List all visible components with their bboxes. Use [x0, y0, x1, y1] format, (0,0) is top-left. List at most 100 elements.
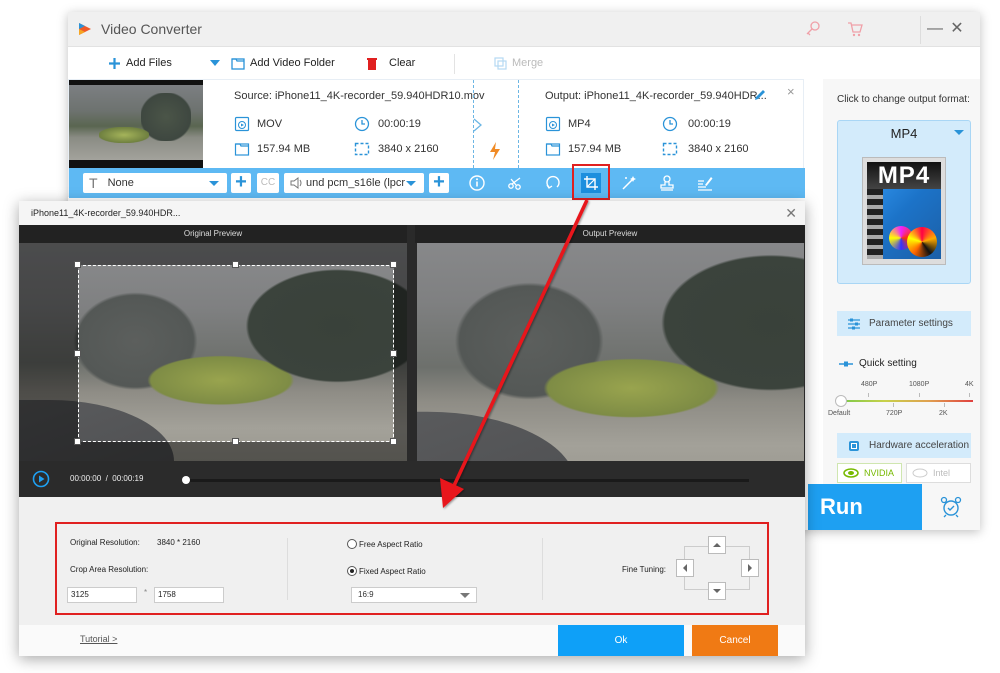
file-item[interactable]: Source: iPhone11_4K-recorder_59.940HDR10…	[68, 79, 805, 198]
video-thumbnail[interactable]	[69, 80, 203, 168]
nudge-up-button[interactable]	[708, 536, 726, 554]
video-frame	[417, 243, 804, 461]
crop-rectangle[interactable]	[78, 265, 394, 442]
nvidia-label: NVIDIA	[864, 468, 895, 478]
original-resolution-label: Original Resolution:	[70, 538, 140, 547]
merge-button[interactable]: Merge	[494, 54, 543, 72]
add-audio-button[interactable]: +	[429, 172, 449, 193]
divider	[454, 54, 455, 74]
arrow-up-icon	[713, 543, 721, 547]
subtitle-select[interactable]: T None	[83, 173, 227, 193]
divider	[287, 538, 288, 600]
crop-dialog: iPhone11_4K-recorder_59.940HDR... ✕ Orig…	[19, 201, 805, 656]
add-files-dropdown-icon[interactable]	[210, 60, 220, 66]
info-icon[interactable]	[467, 173, 487, 193]
clock-icon	[662, 116, 678, 132]
key-icon[interactable]	[804, 20, 822, 38]
source-size: 157.94 MB	[257, 143, 311, 155]
minimize-button[interactable]: —	[926, 20, 944, 38]
playback-bar: 00:00:00 / 00:00:19	[19, 461, 805, 497]
parameter-settings-label: Parameter settings	[869, 318, 953, 329]
crop-handle-top[interactable]	[232, 261, 239, 268]
cart-icon[interactable]	[846, 20, 864, 38]
dialog-footer: Tutorial > Ok Cancel	[19, 625, 805, 656]
arrow-down-icon	[713, 589, 721, 593]
edit-name-icon[interactable]	[753, 88, 767, 102]
thumbnail-image	[69, 85, 203, 160]
output-preview-label: Output Preview	[415, 225, 805, 243]
hardware-acceleration-button[interactable]: Hardware acceleration	[837, 433, 971, 458]
quality-slider-handle[interactable]	[835, 395, 847, 407]
time-display: 00:00:00 / 00:00:19	[70, 474, 143, 483]
tutorial-link[interactable]: Tutorial >	[80, 634, 117, 644]
crop-separator: *	[144, 588, 148, 597]
quality-slider-track[interactable]	[841, 400, 973, 402]
clock-icon	[354, 116, 370, 132]
output-duration: 00:00:19	[688, 118, 731, 130]
audio-track-select[interactable]: und pcm_s16le (lpcr	[284, 173, 424, 193]
chip-icon	[849, 440, 859, 451]
effects-icon[interactable]	[619, 173, 639, 193]
run-button[interactable]: Run	[808, 484, 922, 530]
thumbnail-shrub	[99, 127, 149, 143]
resolution-icon	[354, 142, 370, 156]
subtitle-select-value: None	[107, 177, 134, 189]
title-bar: Video Converter — ✕	[68, 12, 980, 47]
nudge-left-button[interactable]	[676, 559, 694, 577]
tick-mark	[868, 393, 869, 397]
convert-arrow-icon	[473, 118, 482, 132]
crop-handle-bottom-left[interactable]	[74, 438, 81, 445]
crop-handle-left[interactable]	[74, 350, 81, 357]
edit-subtitle-icon[interactable]	[695, 173, 715, 193]
nudge-right-button[interactable]	[741, 559, 759, 577]
remove-file-icon[interactable]: ×	[787, 84, 795, 99]
parameter-settings-button[interactable]: Parameter settings	[837, 311, 971, 336]
chevron-down-icon	[954, 130, 964, 135]
crop-area-label: Crop Area Resolution:	[70, 565, 149, 574]
watermark-icon[interactable]	[657, 173, 677, 193]
nudge-down-button[interactable]	[708, 582, 726, 600]
fixed-aspect-radio[interactable]	[347, 566, 357, 576]
crop-handle-bottom[interactable]	[232, 438, 239, 445]
intel-logo-icon	[912, 468, 928, 478]
crop-handle-right[interactable]	[390, 350, 397, 357]
file-size-icon	[234, 143, 250, 156]
time-separator: /	[105, 474, 108, 483]
cut-icon[interactable]	[505, 173, 525, 193]
tick-label-480p: 480P	[861, 381, 878, 388]
add-subtitle-button[interactable]: +	[231, 172, 251, 193]
free-aspect-radio[interactable]	[347, 539, 357, 549]
rotate-icon[interactable]	[543, 173, 563, 193]
add-video-folder-button[interactable]: Add Video Folder	[231, 54, 335, 72]
cc-button[interactable]: CC	[257, 173, 279, 193]
crop-handle-bottom-right[interactable]	[390, 438, 397, 445]
crop-width-input[interactable]: 3125	[67, 587, 137, 603]
crop-handle-top-right[interactable]	[390, 261, 397, 268]
ok-button[interactable]: Ok	[558, 625, 684, 656]
merge-icon	[494, 56, 507, 70]
close-button[interactable]: ✕	[948, 20, 966, 38]
dialog-close-button[interactable]: ✕	[785, 205, 797, 222]
nvidia-button[interactable]: NVIDIA	[837, 463, 902, 483]
seek-bar[interactable]	[185, 479, 749, 482]
intel-button[interactable]: Intel	[906, 463, 971, 483]
clear-label: Clear	[389, 57, 416, 69]
add-files-button[interactable]: Add Files	[108, 54, 172, 72]
aspect-ratio-select[interactable]: 16:9	[351, 587, 477, 603]
source-format: MOV	[257, 118, 283, 130]
output-format: MP4	[568, 118, 591, 130]
original-preview[interactable]	[19, 243, 407, 461]
seek-handle[interactable]	[182, 476, 190, 484]
output-resolution: 3840 x 2160	[688, 143, 749, 155]
crop-height-input[interactable]: 1758	[154, 587, 224, 603]
chevron-down-icon	[209, 181, 219, 186]
play-icon[interactable]	[32, 470, 50, 488]
cancel-button[interactable]: Cancel	[692, 625, 778, 656]
crop-handle-top-left[interactable]	[74, 261, 81, 268]
alarm-clock-icon[interactable]	[940, 496, 962, 518]
output-preview	[417, 243, 804, 461]
output-format-selector[interactable]: MP4 MP4	[837, 120, 971, 284]
clear-button[interactable]: Clear	[366, 54, 415, 72]
fixed-aspect-label: Fixed Aspect Ratio	[359, 567, 426, 576]
video-format-icon	[545, 116, 561, 132]
